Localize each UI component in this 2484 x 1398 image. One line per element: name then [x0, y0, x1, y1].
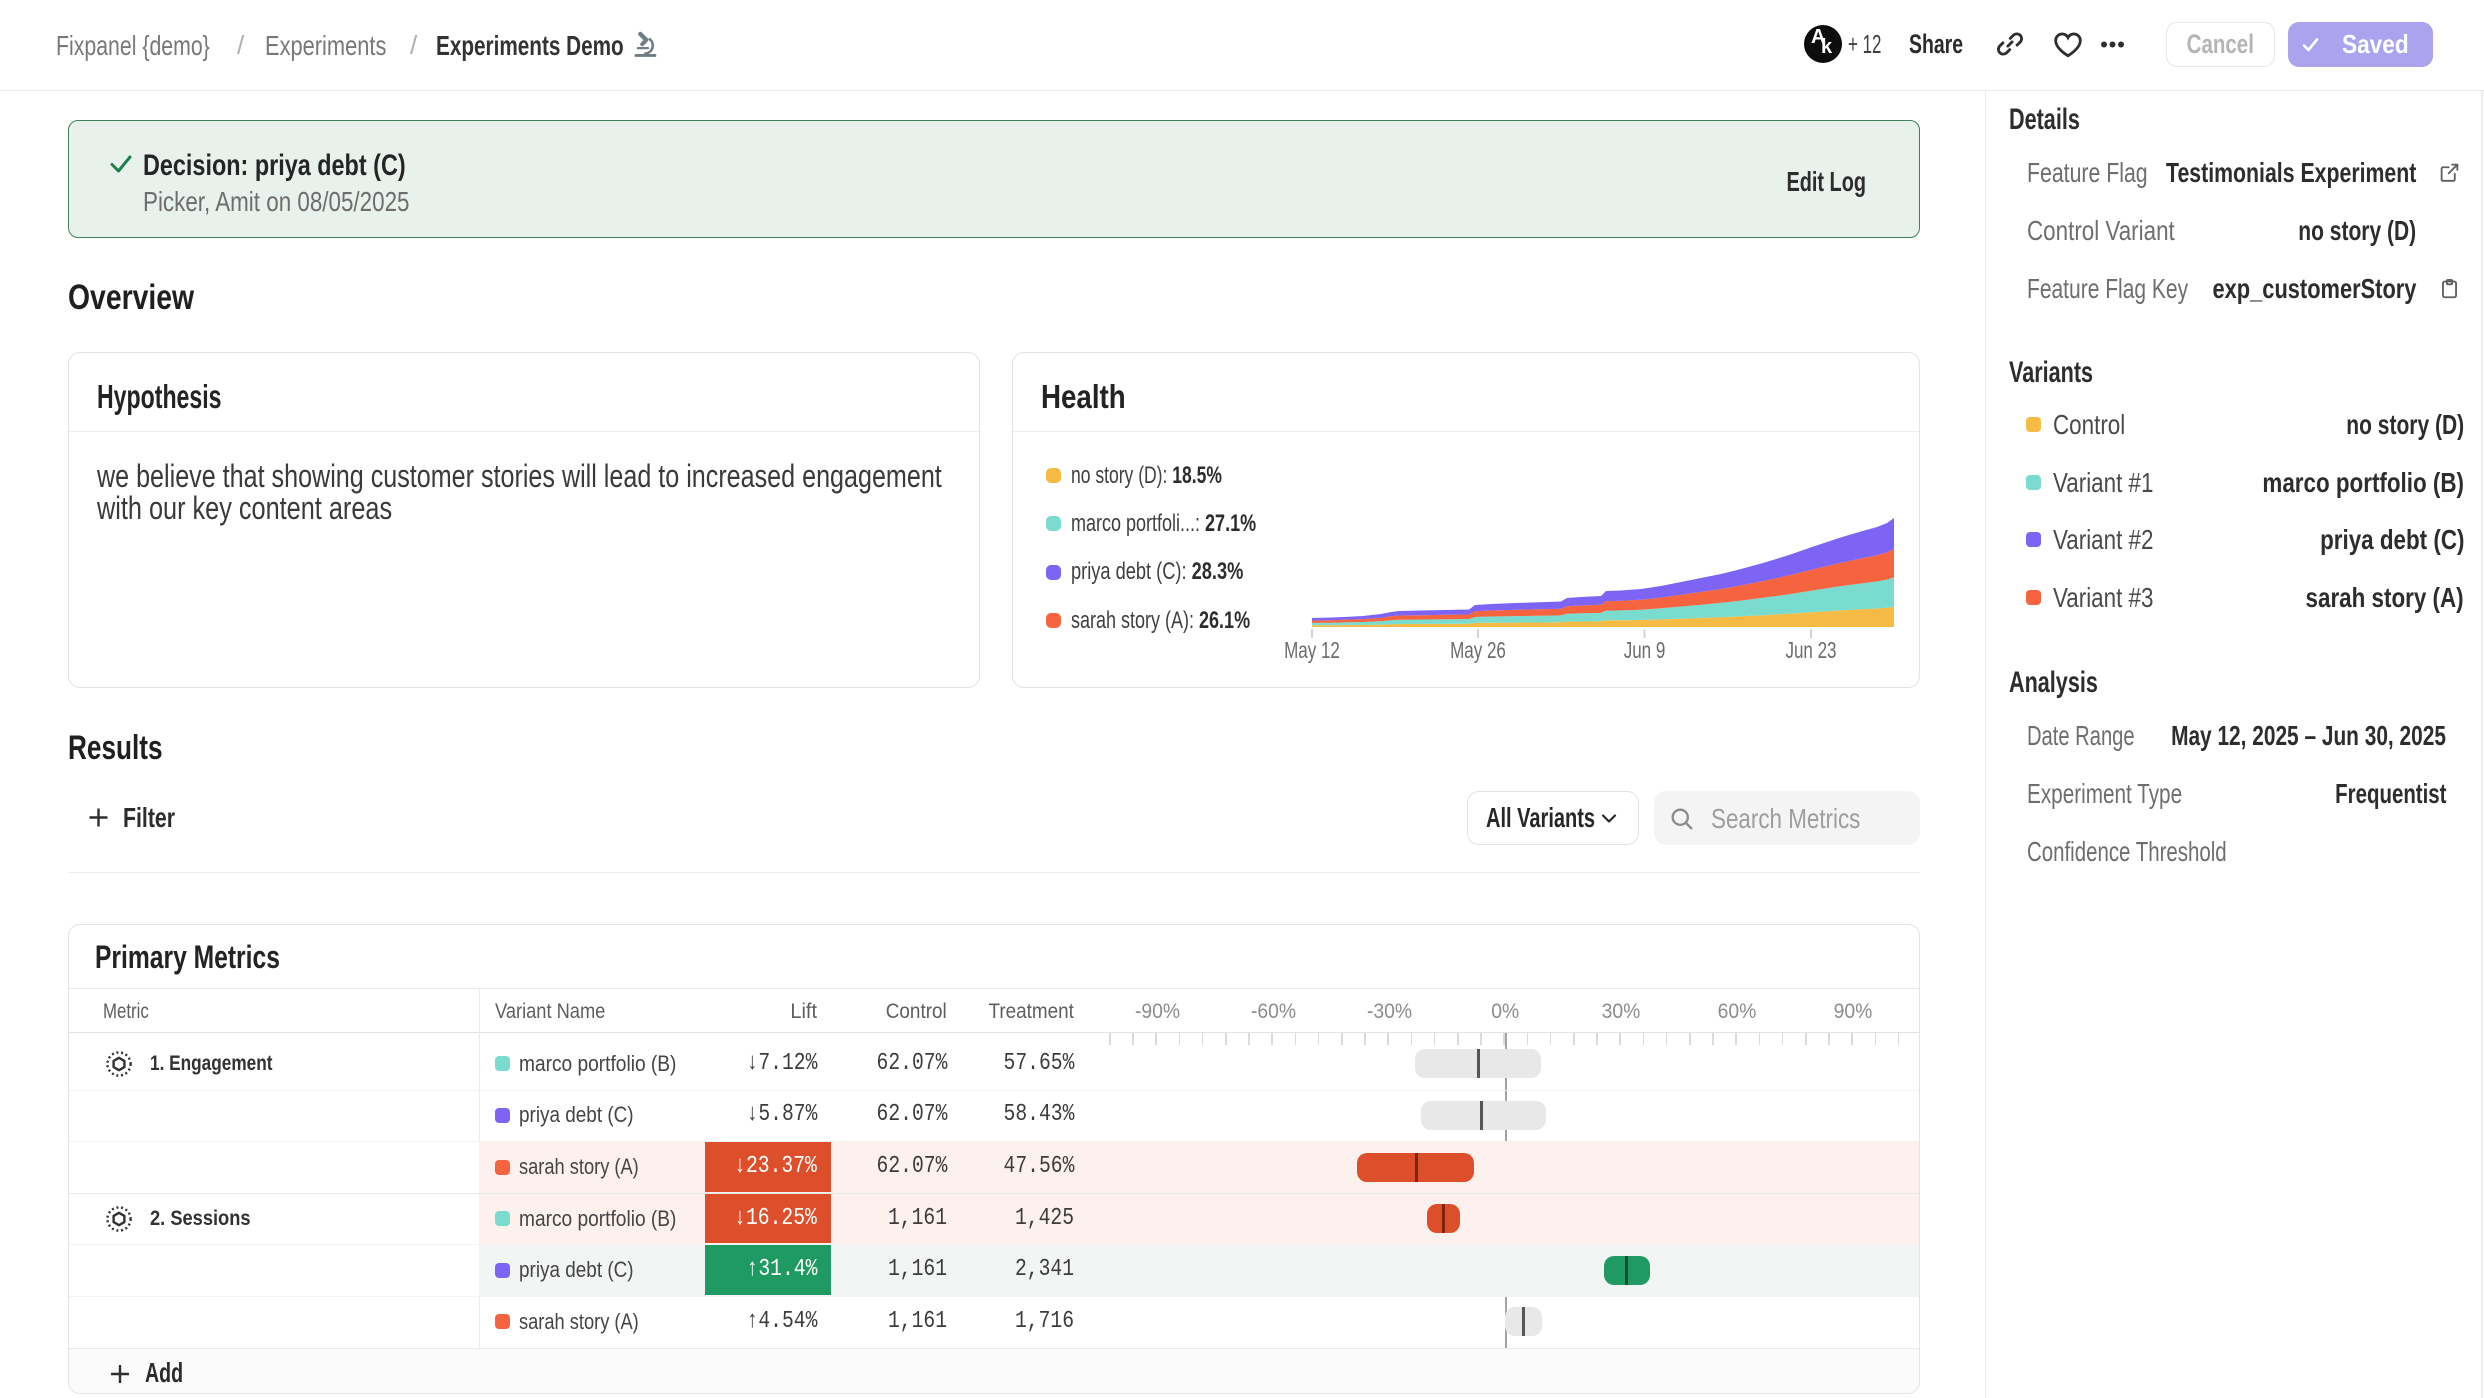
svg-text:May 12: May 12 — [1284, 639, 1340, 664]
svg-text:May 26: May 26 — [1450, 639, 1506, 664]
svg-text:Jun 23: Jun 23 — [1785, 639, 1836, 664]
svg-text:Jun 9: Jun 9 — [1624, 639, 1666, 664]
